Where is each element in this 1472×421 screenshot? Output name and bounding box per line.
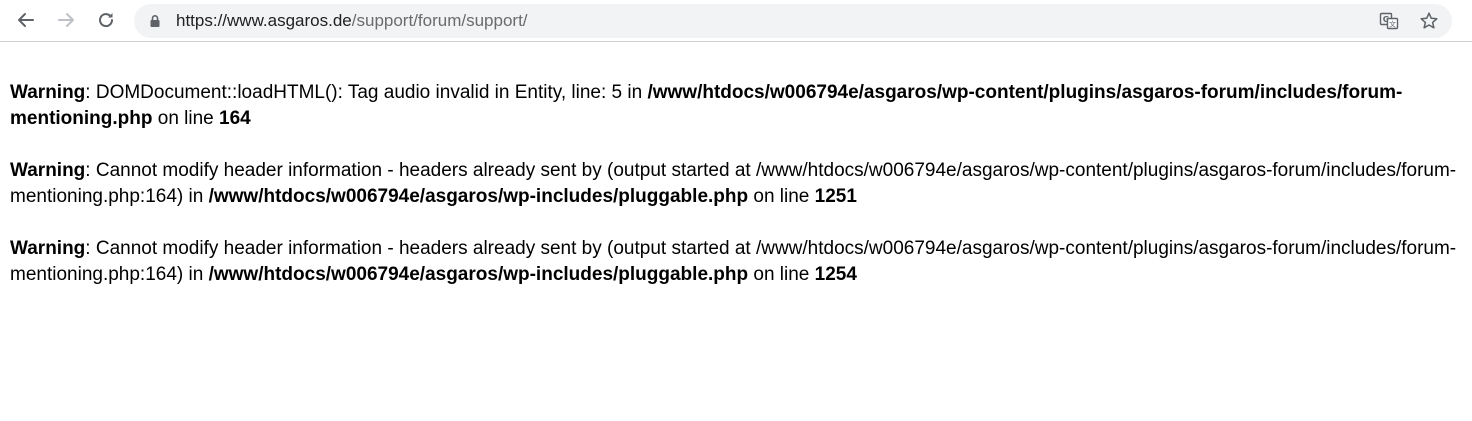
warning-file: /www/htdocs/w006794e/asgaros/wp-includes… bbox=[208, 186, 749, 207]
php-warning: Warning: Cannot modify header informatio… bbox=[10, 236, 1472, 288]
warning-file: /www/htdocs/w006794e/asgaros/wp-includes… bbox=[208, 264, 749, 285]
php-warning: Warning: Cannot modify header informatio… bbox=[10, 158, 1472, 210]
browser-toolbar: https://www.asgaros.de/support/forum/sup… bbox=[0, 0, 1472, 42]
url-path: /support/forum/support/ bbox=[351, 11, 528, 30]
star-icon bbox=[1420, 12, 1438, 29]
reload-button[interactable] bbox=[92, 6, 120, 34]
reload-icon bbox=[99, 13, 114, 28]
forward-button[interactable] bbox=[52, 6, 80, 34]
warning-on-line: on line bbox=[748, 186, 815, 207]
php-warning: Warning: DOMDocument::loadHTML(): Tag au… bbox=[10, 80, 1472, 132]
warning-line-number: 1251 bbox=[814, 186, 857, 207]
arrow-left-icon bbox=[18, 13, 34, 27]
translate-icon: G 文 bbox=[1379, 12, 1399, 30]
warning-on-line: on line bbox=[748, 264, 815, 285]
svg-text:文: 文 bbox=[1389, 20, 1396, 29]
warning-label: Warning bbox=[10, 160, 86, 181]
warning-message: : DOMDocument::loadHTML(): Tag audio inv… bbox=[85, 82, 648, 103]
warning-label: Warning bbox=[10, 238, 86, 259]
lock-icon[interactable] bbox=[148, 14, 162, 28]
bookmark-button[interactable] bbox=[1418, 10, 1440, 32]
warning-label: Warning bbox=[10, 82, 86, 103]
warning-line-number: 1254 bbox=[814, 264, 857, 285]
arrow-right-icon bbox=[58, 13, 74, 27]
back-button[interactable] bbox=[12, 6, 40, 34]
translate-button[interactable]: G 文 bbox=[1378, 10, 1400, 32]
url-host: https://www.asgaros.de bbox=[176, 11, 352, 30]
url-text[interactable]: https://www.asgaros.de/support/forum/sup… bbox=[176, 11, 528, 31]
address-bar[interactable]: https://www.asgaros.de/support/forum/sup… bbox=[134, 4, 1452, 38]
warning-on-line: on line bbox=[152, 108, 220, 129]
page-content: Warning: DOMDocument::loadHTML(): Tag au… bbox=[0, 43, 1472, 421]
warning-line-number: 164 bbox=[219, 108, 251, 129]
